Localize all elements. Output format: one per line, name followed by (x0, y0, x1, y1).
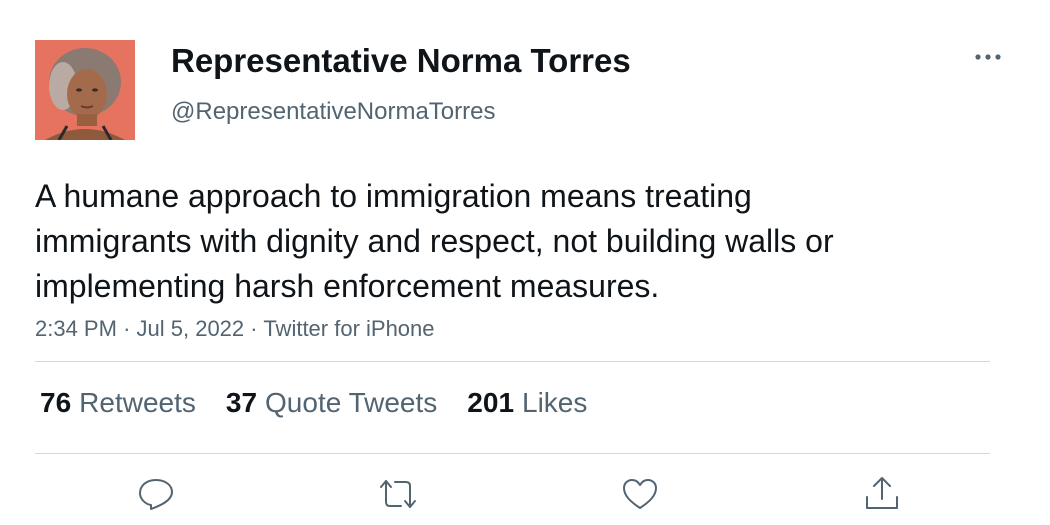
like-icon (623, 479, 657, 509)
retweets-label: Retweets (79, 387, 196, 418)
avatar[interactable] (35, 40, 135, 140)
retweets-count: 76 (40, 387, 72, 418)
like-button[interactable] (618, 472, 662, 516)
tweet-source[interactable]: Twitter for iPhone (263, 316, 434, 341)
share-button[interactable] (860, 472, 904, 516)
retweets-stat[interactable]: 76 Retweets (40, 387, 196, 419)
retweet-button[interactable] (376, 472, 420, 516)
tweet-card: Representative Norma Torres @Representat… (0, 0, 1050, 525)
quote-tweets-label: Quote Tweets (265, 387, 438, 418)
author-handle[interactable]: @RepresentativeNormaTorres (171, 98, 495, 126)
retweet-icon (380, 480, 416, 508)
reply-icon (139, 479, 173, 510)
divider (35, 361, 990, 362)
tweet-metadata: 2:34 PM · Jul 5, 2022 · Twitter for iPho… (35, 316, 435, 342)
tweet-stats: 76 Retweets 37 Quote Tweets 201 Likes (40, 387, 617, 419)
quote-tweets-stat[interactable]: 37 Quote Tweets (226, 387, 437, 419)
divider (35, 453, 990, 454)
avatar-portrait (35, 40, 135, 140)
more-dots-icon (975, 54, 1001, 60)
tweet-text: A humane approach to immigration means t… (35, 178, 834, 304)
tweet-time[interactable]: 2:34 PM (35, 316, 117, 341)
more-options-button[interactable] (970, 44, 1006, 70)
share-icon (866, 477, 898, 509)
tweet-date[interactable]: Jul 5, 2022 (137, 316, 245, 341)
meta-separator: · (250, 316, 258, 341)
reply-button[interactable] (134, 472, 178, 516)
likes-label: Likes (522, 387, 588, 418)
likes-count: 201 (467, 387, 515, 418)
quote-tweets-count: 37 (225, 387, 258, 418)
author-name[interactable]: Representative Norma Torres (171, 42, 631, 80)
likes-stat[interactable]: 201 Likes (467, 387, 587, 419)
